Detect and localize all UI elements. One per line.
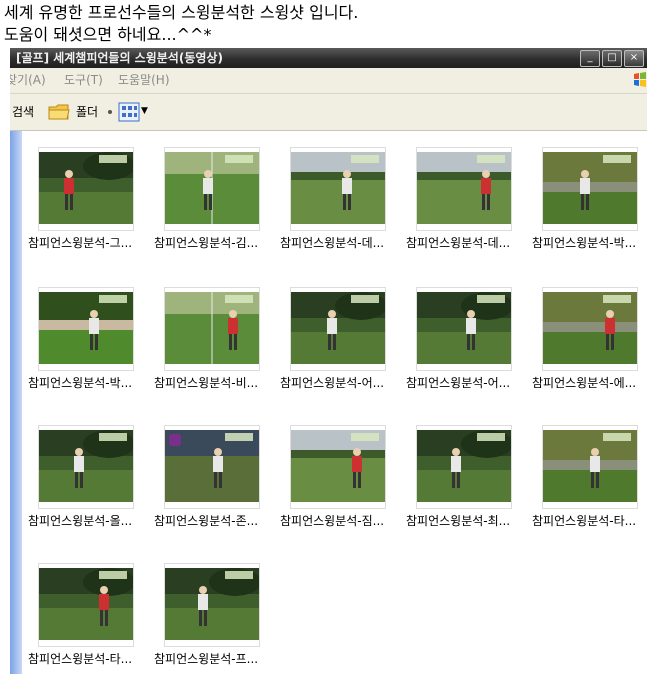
file-name[interactable]: 참피언스윙분석-짐... [280,514,410,528]
file-name[interactable]: 참피언스윙분석-타... [28,652,158,666]
post-text: 세계 유명한 프로선수들의 스윙분석한 스윙샷 입니다. 도움이 돼셧으면 하네… [4,2,644,46]
video-thumbnail[interactable] [291,430,385,502]
video-thumbnail[interactable] [165,152,259,224]
file-item[interactable]: 참피언스윙분석-프... [154,555,280,674]
file-name[interactable]: 참피언스윙분석-에... [532,376,647,390]
file-item[interactable]: 참피언스윙분석-타... [28,555,154,674]
file-name[interactable]: 참피언스윙분석-김... [154,236,284,250]
file-item[interactable]: 참피언스윙분석-박... [28,279,154,399]
video-thumbnail[interactable] [165,568,259,640]
file-name[interactable]: 참피언스윙분석-비... [154,376,284,390]
post-line-1: 세계 유명한 프로선수들의 스윙분석한 스윙샷 입니다. [4,3,359,22]
menu-find[interactable]: 찾기(A) [10,72,46,88]
video-thumbnail[interactable] [417,430,511,502]
video-thumbnail[interactable] [417,292,511,364]
video-thumbnail[interactable] [417,152,511,224]
thumbnail-frame [542,287,638,371]
file-name[interactable]: 참피언스윙분석-존... [154,514,284,528]
explorer-window: [골프] 세계챔피언들의 스윙분석(동영상) _ □ × 찾기(A) 도구(T)… [10,48,647,674]
thumbnail-frame [290,287,386,371]
thumbnail-frame [164,425,260,509]
windows-logo-icon [634,72,646,87]
file-item[interactable]: 참피언스윙분석-최... [406,417,532,537]
thumbnail-frame [164,287,260,371]
file-item[interactable]: 참피언스윙분석-그... [28,139,154,259]
file-name[interactable]: 참피언스윙분석-데... [280,236,410,250]
views-dropdown-icon[interactable]: ▼ [141,106,148,116]
video-thumbnail[interactable] [543,292,637,364]
video-thumbnail[interactable] [291,152,385,224]
thumbnail-frame [416,147,512,231]
file-item[interactable]: 참피언스윙분석-비... [154,279,280,399]
thumbnail-frame [38,287,134,371]
minimize-button[interactable]: _ [580,50,600,67]
close-button[interactable]: × [624,50,644,67]
file-name[interactable]: 참피언스윙분석-박... [28,376,158,390]
thumbnail-frame [290,147,386,231]
file-item[interactable]: 참피언스윙분석-박... [532,139,647,259]
thumbnail-frame [38,425,134,509]
thumbnail-frame [164,147,260,231]
search-button[interactable]: 검색 [12,105,34,119]
file-name[interactable]: 참피언스윙분석-박... [532,236,647,250]
views-icon[interactable] [118,102,140,122]
menu-tools[interactable]: 도구(T) [64,72,103,88]
file-item[interactable]: 참피언스윙분석-에... [532,279,647,399]
thumbnail-frame [38,147,134,231]
file-item[interactable]: 참피언스윙분석-데... [406,139,532,259]
file-item[interactable]: 참피언스윙분석-타... [532,417,647,537]
file-list: 참피언스윙분석-그... 참피언스윙분석-김... 참피언스윙분석-데... 참… [22,131,647,674]
file-name[interactable]: 참피언스윙분석-최... [406,514,536,528]
file-name[interactable]: 참피언스윙분석-그... [28,236,158,250]
video-thumbnail[interactable] [39,568,133,640]
video-thumbnail[interactable] [165,430,259,502]
file-name[interactable]: 참피언스윙분석-데... [406,236,536,250]
folder-icon[interactable] [48,102,70,122]
menu-bar: 찾기(A) 도구(T) 도움말(H) [10,68,647,94]
file-item[interactable]: 참피언스윙분석-존... [154,417,280,537]
file-name[interactable]: 참피언스윙분석-프... [154,652,284,666]
file-item[interactable]: 참피언스윙분석-어... [406,279,532,399]
window-title: [골프] 세계챔피언들의 스윙분석(동영상) [16,51,223,65]
post-line-2: 도움이 돼셧으면 하네요...^^* [4,25,212,44]
thumbnail-frame [542,147,638,231]
file-item[interactable]: 참피언스윙분석-올... [28,417,154,537]
file-name[interactable]: 참피언스윙분석-올... [28,514,158,528]
thumbnail-frame [38,563,134,647]
thumbnail-frame [416,425,512,509]
menu-help[interactable]: 도움말(H) [118,72,170,88]
thumbnail-frame [542,425,638,509]
video-thumbnail[interactable] [39,152,133,224]
separator-dot [108,110,112,114]
folders-button[interactable]: 폴더 [76,105,98,119]
maximize-button[interactable]: □ [602,50,622,67]
file-item[interactable]: 참피언스윙분석-데... [280,139,406,259]
left-task-pane [10,131,22,674]
video-thumbnail[interactable] [543,152,637,224]
file-name[interactable]: 참피언스윙분석-어... [280,376,410,390]
file-name[interactable]: 참피언스윙분석-어... [406,376,536,390]
video-thumbnail[interactable] [543,430,637,502]
thumbnail-frame [416,287,512,371]
file-item[interactable]: 참피언스윙분석-어... [280,279,406,399]
thumbnail-frame [290,425,386,509]
video-thumbnail[interactable] [165,292,259,364]
file-item[interactable]: 참피언스윙분석-김... [154,139,280,259]
video-thumbnail[interactable] [39,430,133,502]
video-thumbnail[interactable] [39,292,133,364]
file-item[interactable]: 참피언스윙분석-짐... [280,417,406,537]
toolbar: 검색 폴더 ▼ [10,94,647,131]
video-thumbnail[interactable] [291,292,385,364]
file-name[interactable]: 참피언스윙분석-타... [532,514,647,528]
thumbnail-frame [164,563,260,647]
title-bar[interactable]: [골프] 세계챔피언들의 스윙분석(동영상) _ □ × [10,48,647,68]
